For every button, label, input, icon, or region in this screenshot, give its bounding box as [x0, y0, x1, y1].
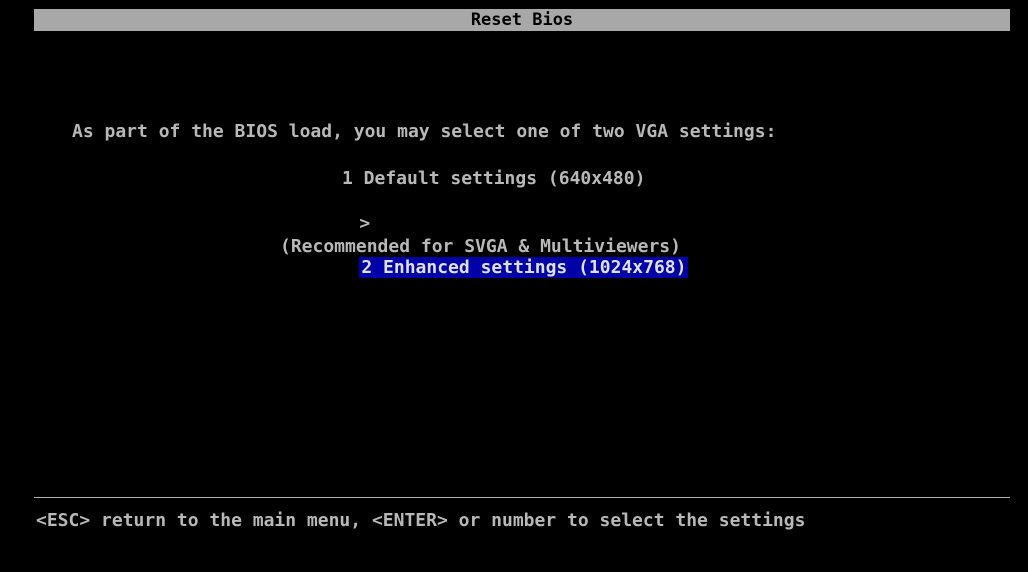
option-default-settings[interactable]: 1 Default settings (640x480) — [342, 168, 645, 190]
help-footer: <ESC> return to the main menu, <ENTER> o… — [36, 510, 806, 531]
window-title: Reset Bios — [34, 9, 1010, 31]
bios-screen: Reset Bios As part of the BIOS load, you… — [0, 0, 1028, 572]
intro-text: As part of the BIOS load, you may select… — [72, 121, 777, 142]
recommendation-note: (Recommended for SVGA & Multiviewers) — [280, 236, 681, 257]
footer-divider — [34, 497, 1010, 498]
selection-cursor-icon: > — [359, 213, 371, 234]
option-enhanced-settings[interactable]: 2 Enhanced settings (1024x768) — [359, 257, 689, 278]
